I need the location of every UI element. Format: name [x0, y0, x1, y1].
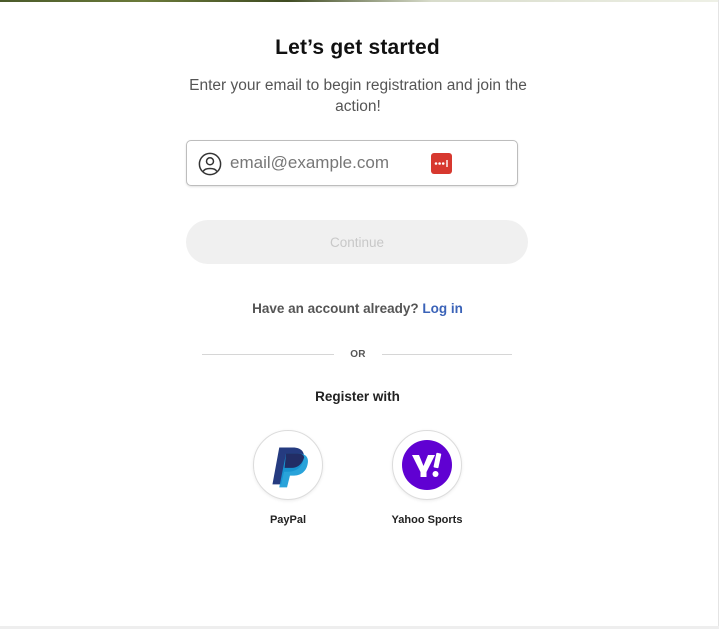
top-border-strip	[0, 0, 719, 2]
paypal-register-button[interactable]	[253, 430, 323, 500]
register-with-heading: Register with	[315, 389, 400, 404]
password-manager-icon[interactable]	[431, 153, 452, 174]
page-subtitle: Enter your email to begin registration a…	[189, 77, 527, 115]
login-link[interactable]: Log in	[422, 301, 463, 316]
continue-button[interactable]: Continue	[186, 220, 528, 264]
user-icon	[198, 152, 222, 176]
divider-line-left	[202, 354, 334, 355]
login-prompt-row: Have an account already? Log in	[0, 301, 715, 316]
login-prompt-text: Have an account already?	[252, 301, 419, 316]
yahoo-sports-register-button[interactable]	[392, 430, 462, 500]
page-title: Let’s get started	[275, 36, 440, 59]
divider-line-right	[382, 354, 512, 355]
yahoo-sports-label: Yahoo Sports	[391, 514, 463, 526]
paypal-icon	[272, 447, 309, 488]
or-divider-label: OR	[350, 349, 366, 360]
yahoo-icon	[402, 440, 452, 490]
email-input[interactable]	[230, 150, 420, 176]
paypal-label: PayPal	[269, 514, 307, 526]
email-field[interactable]	[186, 140, 518, 186]
